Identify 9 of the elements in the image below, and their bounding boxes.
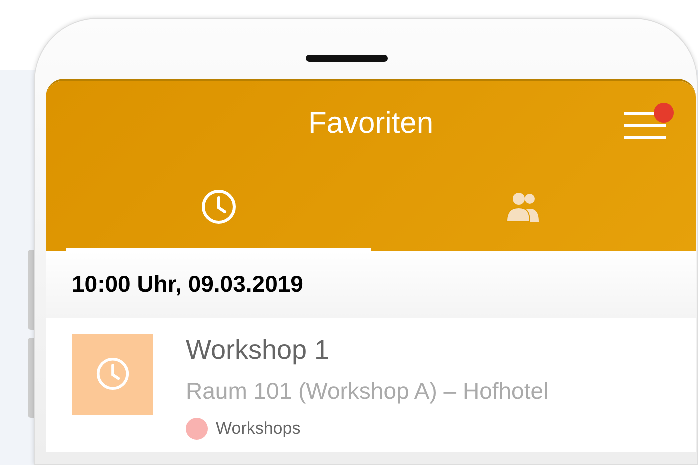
event-location: Raum 101 (Workshop A) – Hofhotel: [186, 376, 549, 406]
people-icon: [506, 191, 542, 223]
clock-icon: [200, 189, 236, 225]
clock-icon: [96, 357, 130, 391]
page-title: Favoriten: [308, 108, 434, 138]
menu-button[interactable]: [624, 103, 674, 141]
category-label: Workshops: [216, 418, 301, 440]
event-title: Workshop 1: [186, 334, 331, 366]
event-row[interactable]: Workshop 1 Raum 101 (Workshop A) – Hofhotel Workshops: [46, 318, 696, 452]
